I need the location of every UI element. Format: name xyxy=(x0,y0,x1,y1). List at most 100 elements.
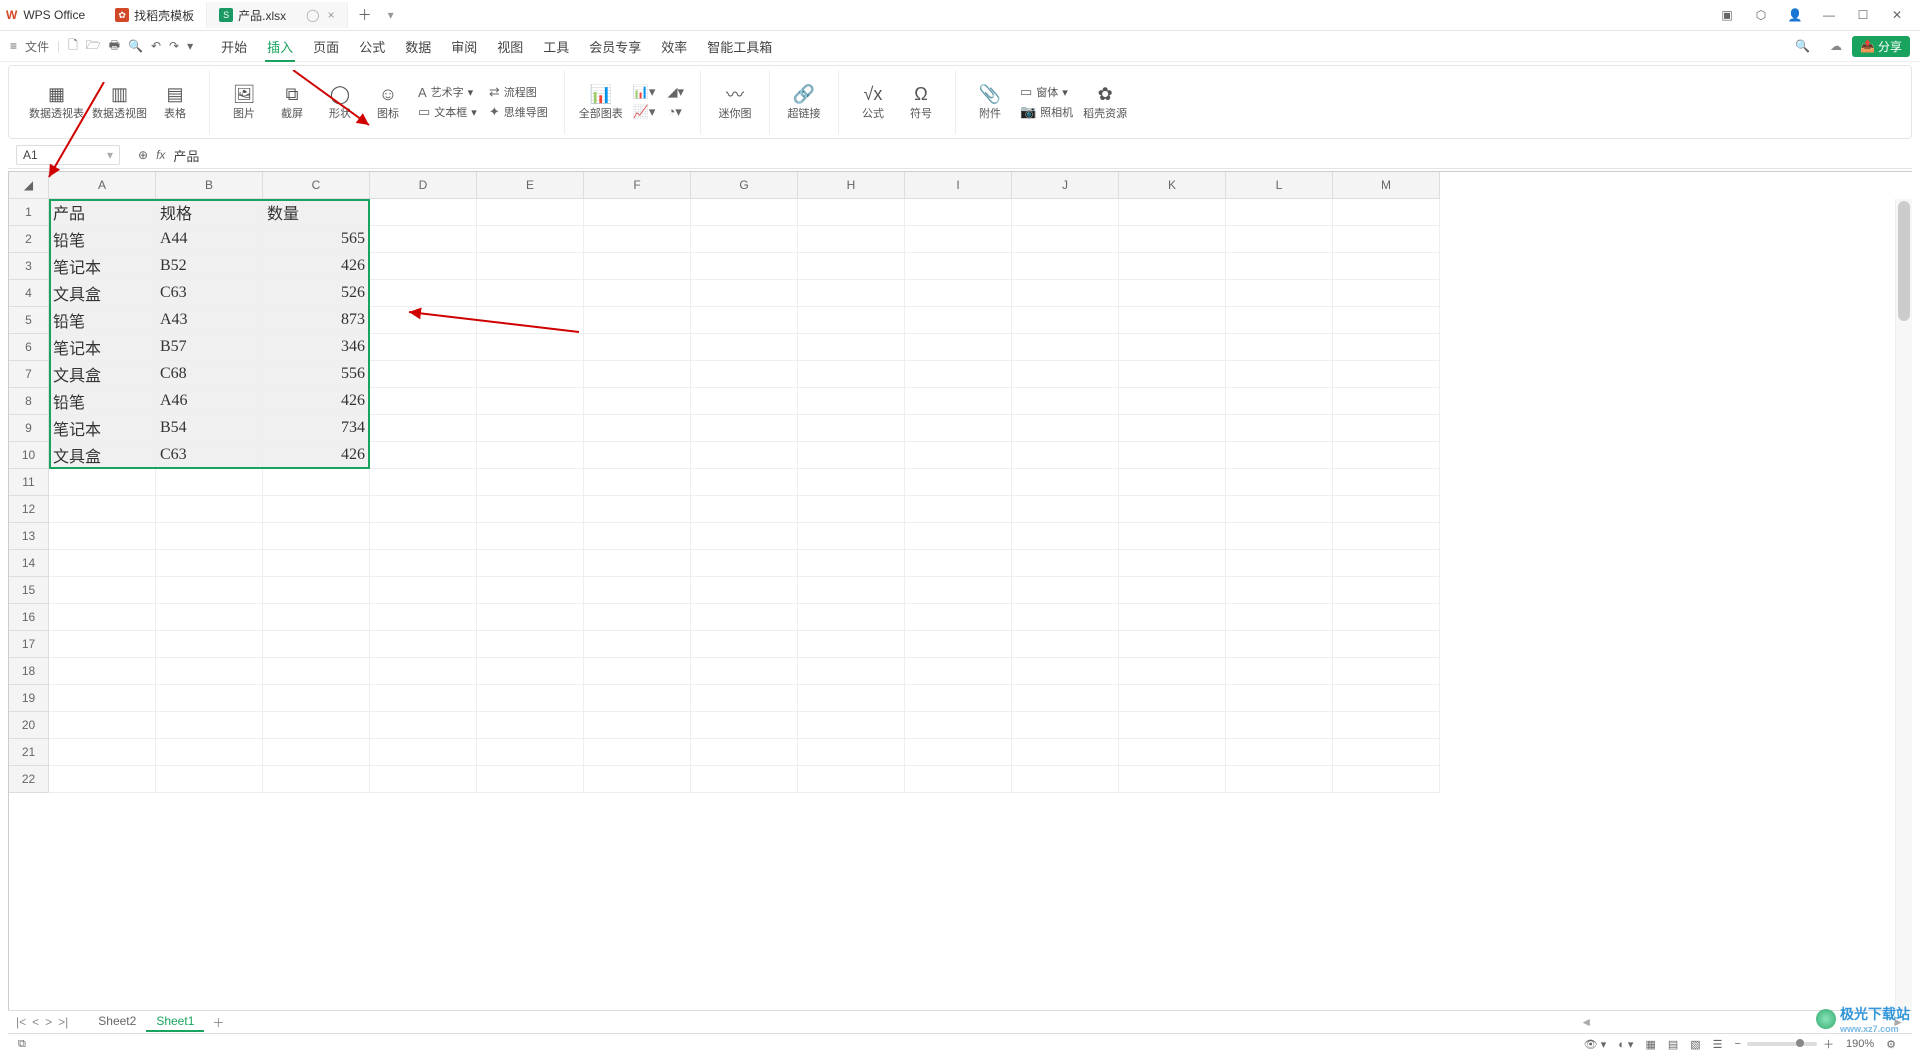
menu-item-10[interactable]: 智能工具箱 xyxy=(697,33,782,60)
cell[interactable] xyxy=(1226,361,1333,388)
cell[interactable] xyxy=(798,307,905,334)
cell[interactable] xyxy=(1012,442,1119,469)
cell[interactable] xyxy=(691,631,798,658)
cell[interactable] xyxy=(1333,523,1440,550)
cell[interactable] xyxy=(1226,496,1333,523)
resources-button[interactable]: ✿稻壳资源 xyxy=(1079,83,1131,121)
cell[interactable] xyxy=(1226,631,1333,658)
cell[interactable] xyxy=(584,712,691,739)
status-icon[interactable]: ⧉ xyxy=(18,1038,26,1051)
cell[interactable] xyxy=(798,604,905,631)
cell[interactable] xyxy=(798,442,905,469)
cell[interactable] xyxy=(691,361,798,388)
cell[interactable]: 426 xyxy=(263,442,370,469)
cell[interactable] xyxy=(1119,712,1226,739)
undo-icon[interactable]: ↶ xyxy=(151,39,161,53)
cell[interactable] xyxy=(1012,226,1119,253)
cell[interactable] xyxy=(691,685,798,712)
maximize-button[interactable]: ☐ xyxy=(1846,1,1880,29)
cell[interactable] xyxy=(1012,388,1119,415)
cell[interactable] xyxy=(1012,550,1119,577)
col-header[interactable]: J xyxy=(1012,172,1119,199)
cell[interactable] xyxy=(477,523,584,550)
print-icon[interactable]: 🖶 xyxy=(109,36,120,57)
cell[interactable] xyxy=(584,280,691,307)
cell[interactable] xyxy=(370,226,477,253)
open-icon[interactable]: 🗁 xyxy=(86,36,101,57)
cell[interactable] xyxy=(370,523,477,550)
cell[interactable] xyxy=(1226,550,1333,577)
cell[interactable] xyxy=(1119,307,1226,334)
cell[interactable] xyxy=(370,280,477,307)
cell[interactable] xyxy=(691,739,798,766)
name-box[interactable]: A1▾ xyxy=(16,145,120,165)
row-header[interactable]: 10 xyxy=(9,442,49,469)
cell[interactable] xyxy=(584,415,691,442)
cell[interactable] xyxy=(1119,766,1226,793)
all-charts-button[interactable]: 📊全部图表 xyxy=(575,83,627,121)
cell[interactable] xyxy=(477,442,584,469)
cell[interactable] xyxy=(477,550,584,577)
cell[interactable] xyxy=(1333,712,1440,739)
cell[interactable]: C68 xyxy=(156,361,263,388)
cell[interactable] xyxy=(584,658,691,685)
cell[interactable]: A44 xyxy=(156,226,263,253)
settings-icon[interactable]: ⚙ xyxy=(1880,1038,1902,1051)
row-header[interactable]: 17 xyxy=(9,631,49,658)
cell[interactable] xyxy=(477,766,584,793)
col-header[interactable]: H xyxy=(798,172,905,199)
cell[interactable] xyxy=(1333,199,1440,226)
row-header[interactable]: 11 xyxy=(9,469,49,496)
cell[interactable] xyxy=(477,712,584,739)
row-header[interactable]: 13 xyxy=(9,523,49,550)
col-header[interactable]: D xyxy=(370,172,477,199)
cell[interactable] xyxy=(1226,604,1333,631)
menu-item-5[interactable]: 审阅 xyxy=(441,33,487,60)
cell[interactable]: 铅笔 xyxy=(49,307,156,334)
row-header[interactable]: 7 xyxy=(9,361,49,388)
row-header[interactable]: 4 xyxy=(9,280,49,307)
cell[interactable] xyxy=(1226,739,1333,766)
sheet-tab[interactable]: Sheet2 xyxy=(88,1012,146,1032)
col-header[interactable]: B xyxy=(156,172,263,199)
cell[interactable] xyxy=(1333,658,1440,685)
cell[interactable] xyxy=(1226,442,1333,469)
row-header[interactable]: 8 xyxy=(9,388,49,415)
cell[interactable] xyxy=(798,334,905,361)
cell[interactable] xyxy=(1226,577,1333,604)
cell[interactable] xyxy=(798,253,905,280)
row-header[interactable]: 2 xyxy=(9,226,49,253)
cell[interactable] xyxy=(1333,577,1440,604)
cell[interactable] xyxy=(691,496,798,523)
cell[interactable] xyxy=(798,469,905,496)
cell[interactable]: 文具盒 xyxy=(49,361,156,388)
zoom-icon[interactable]: ⊕ xyxy=(138,148,148,162)
cell[interactable] xyxy=(1226,766,1333,793)
cell[interactable] xyxy=(691,226,798,253)
cell[interactable] xyxy=(370,442,477,469)
cell[interactable] xyxy=(477,253,584,280)
cell[interactable] xyxy=(691,415,798,442)
new-icon[interactable]: 🗋 xyxy=(68,36,78,57)
sheet-last-icon[interactable]: >| xyxy=(58,1015,68,1029)
sheet-tab[interactable]: Sheet1 xyxy=(146,1012,204,1032)
cell[interactable]: 346 xyxy=(263,334,370,361)
cell[interactable] xyxy=(370,577,477,604)
cell[interactable]: 铅笔 xyxy=(49,226,156,253)
cell[interactable]: 数量 xyxy=(263,199,370,226)
menu-item-1[interactable]: 插入 xyxy=(257,33,303,60)
cell[interactable] xyxy=(49,604,156,631)
cell[interactable]: C63 xyxy=(156,280,263,307)
row-header[interactable]: 20 xyxy=(9,712,49,739)
cell[interactable] xyxy=(1012,631,1119,658)
cell[interactable] xyxy=(798,280,905,307)
cell[interactable] xyxy=(798,523,905,550)
cell[interactable] xyxy=(477,658,584,685)
cell[interactable] xyxy=(1012,253,1119,280)
cell[interactable] xyxy=(691,334,798,361)
cell[interactable] xyxy=(370,766,477,793)
cell[interactable] xyxy=(370,253,477,280)
cell[interactable] xyxy=(1012,469,1119,496)
cell[interactable] xyxy=(584,469,691,496)
close-icon[interactable]: × xyxy=(328,8,335,22)
